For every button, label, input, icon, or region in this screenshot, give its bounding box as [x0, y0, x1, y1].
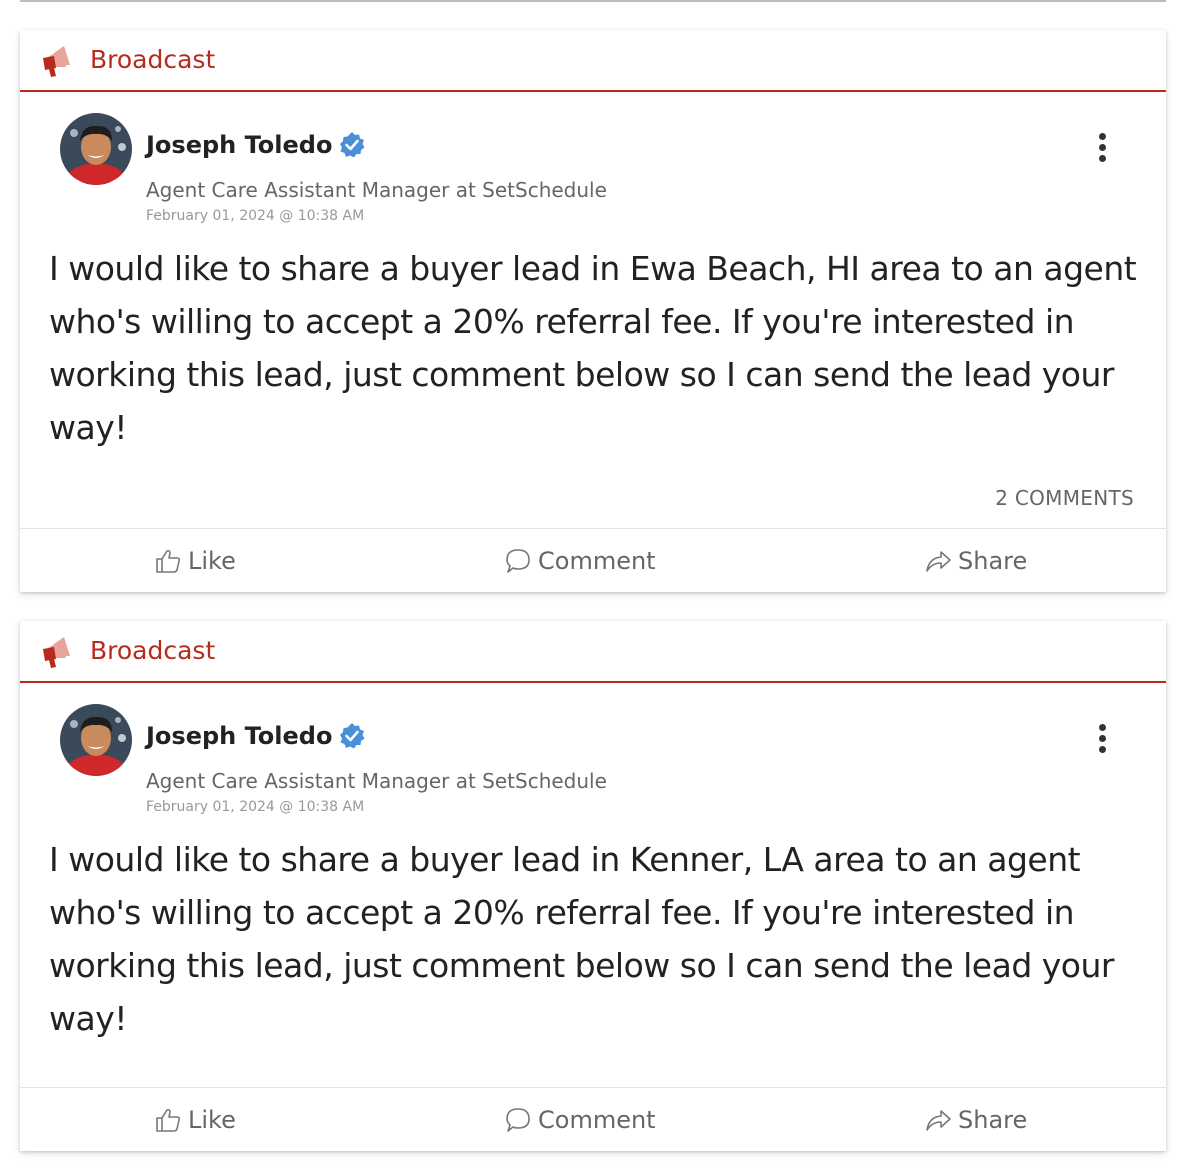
post-body-text: I would like to share a buyer lead in Ew…	[49, 249, 1137, 447]
author-title: Agent Care Assistant Manager at SetSched…	[146, 178, 607, 202]
like-label: Like	[188, 547, 236, 575]
author-title: Agent Care Assistant Manager at SetSched…	[146, 769, 607, 793]
author-name[interactable]: Joseph Toledo	[146, 131, 366, 159]
comments-count-link[interactable]: 2 COMMENTS	[995, 486, 1134, 510]
author-name-text: Joseph Toledo	[146, 131, 333, 159]
post-action-bar: Like Comment Share	[20, 528, 1166, 592]
category-label: Broadcast	[90, 636, 216, 665]
comment-bubble-icon	[506, 549, 530, 573]
verified-icon	[340, 132, 365, 158]
post-timestamp: February 01, 2024 @ 10:38 AM	[146, 799, 365, 815]
post-category-header: Broadcast	[20, 621, 1166, 683]
megaphone-icon	[43, 637, 70, 668]
post-timestamp: February 01, 2024 @ 10:38 AM	[146, 208, 365, 224]
more-vertical-icon	[1098, 133, 1106, 140]
share-label: Share	[958, 1106, 1028, 1134]
category-label: Broadcast	[90, 45, 216, 74]
share-button[interactable]: Share	[924, 529, 1027, 593]
post-card: Broadcast Joseph Toledo Agent Care Assis…	[20, 30, 1166, 592]
more-options-button[interactable]	[1088, 130, 1116, 166]
share-button[interactable]: Share	[924, 1088, 1027, 1152]
post-body-text: I would like to share a buyer lead in Ke…	[49, 840, 1114, 1038]
author-name-text: Joseph Toledo	[146, 722, 333, 750]
comment-button[interactable]: Comment	[504, 529, 656, 593]
thumbs-up-icon	[156, 549, 181, 573]
comment-bubble-icon	[506, 1108, 530, 1132]
post-category-header: Broadcast	[20, 30, 1166, 92]
like-label: Like	[188, 1106, 236, 1134]
more-options-button[interactable]	[1088, 721, 1116, 757]
comment-label: Comment	[538, 547, 656, 575]
top-divider	[20, 0, 1166, 2]
megaphone-icon	[43, 46, 70, 77]
verified-icon	[340, 723, 365, 749]
share-arrow-icon	[926, 1110, 951, 1131]
more-vertical-icon	[1098, 724, 1106, 731]
comment-label: Comment	[538, 1106, 656, 1134]
like-button[interactable]: Like	[154, 529, 236, 593]
comment-button[interactable]: Comment	[504, 1088, 656, 1152]
avatar[interactable]	[60, 704, 132, 776]
like-button[interactable]: Like	[154, 1088, 236, 1152]
thumbs-up-icon	[156, 1108, 181, 1132]
share-arrow-icon	[926, 551, 951, 572]
post-action-bar: Like Comment Share	[20, 1087, 1166, 1151]
share-label: Share	[958, 547, 1028, 575]
post-card: Broadcast Joseph Toledo Agent Care Assis…	[20, 621, 1166, 1151]
author-name[interactable]: Joseph Toledo	[146, 722, 366, 750]
avatar[interactable]	[60, 113, 132, 185]
